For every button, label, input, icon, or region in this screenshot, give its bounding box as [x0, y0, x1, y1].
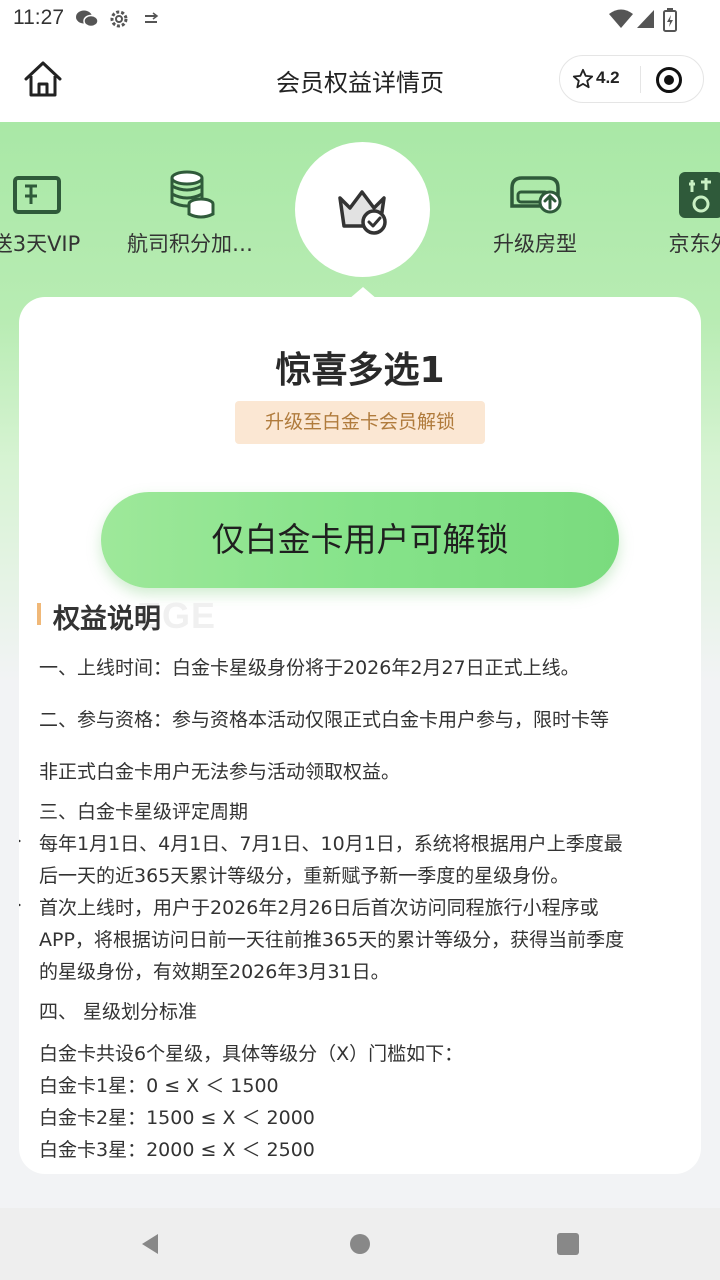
rule-line: 三、白金卡星级评定周期	[39, 801, 249, 823]
signal-icon	[637, 10, 654, 28]
rule-line: 白金卡2星：1500 ≤ X ＜ 2000	[39, 1107, 315, 1129]
rule-line: 一、上线时间：白金卡星级身份将于2026年2月27日正式上线。	[39, 657, 580, 679]
wechat-icon	[76, 10, 99, 28]
benefit-label: 航司积分加…	[127, 232, 253, 256]
rule-line: APP，将根据访问日前一天往前推365天的累计等级分，获得当前季度	[39, 929, 625, 951]
nav-bar: 会员权益详情页 4.2	[0, 38, 720, 122]
target-icon[interactable]	[655, 66, 683, 94]
section-title: 权益说明	[53, 604, 161, 635]
sofa-upgrade-icon	[510, 176, 562, 214]
benefit-label: 送3天VIP	[0, 232, 81, 256]
benefit-item-room-upgrade[interactable]: 升级房型	[455, 166, 615, 258]
capsule-divider	[640, 66, 641, 93]
rule-line: 后一天的近365天累计等级分，重新赋予新一季度的星级身份。	[39, 865, 570, 887]
benefit-label: 升级房型	[493, 232, 577, 256]
waimai-icon	[679, 172, 720, 218]
rule-line: 白金卡3星：2000 ≤ X ＜ 2500	[39, 1139, 315, 1161]
rating-value[interactable]: 4.2	[596, 68, 620, 88]
rule-line: 白金卡共设6个星级，具体等级分（X）门槛如下：	[39, 1043, 464, 1065]
back-icon[interactable]	[138, 1232, 162, 1256]
rule-line: 白金卡1星：0 ≤ X ＜ 1500	[39, 1075, 279, 1097]
benefit-item-airline-points[interactable]: 航司积分加…	[110, 166, 270, 258]
benefit-item-vip[interactable]: 送3天VIP	[0, 166, 116, 258]
star-icon[interactable]	[572, 68, 594, 90]
benefit-title: 惊喜多选1	[275, 350, 445, 391]
system-nav-bar	[0, 1208, 720, 1280]
bullet-icon	[19, 903, 21, 907]
data-icon	[145, 12, 159, 23]
status-bar: 11:27	[0, 0, 720, 38]
bullet-icon	[19, 839, 21, 843]
rule-line: 四、 星级划分标准	[39, 1001, 198, 1023]
wifi-icon	[609, 9, 633, 28]
battery-icon	[663, 8, 677, 32]
coins-icon	[170, 170, 215, 219]
settings-icon	[110, 10, 128, 28]
status-time: 11:27	[13, 6, 64, 29]
unlock-requirement-badge: 升级至白金卡会员解锁	[235, 401, 485, 444]
mini-program-capsule: 4.2	[559, 55, 704, 103]
home-circle-icon[interactable]	[350, 1234, 370, 1254]
benefit-detail-card: 惊喜多选1 升级至白金卡会员解锁 仅白金卡用户可解锁 EGE 权益说明 一、上线…	[19, 297, 701, 1174]
section-accent-bar	[37, 603, 41, 625]
rule-line: 首次上线时，用户于2026年2月26日后首次访问同程旅行小程序或	[39, 897, 599, 919]
crown-check-icon	[338, 190, 387, 235]
rule-line: 的星级身份，有效期至2026年3月31日。	[39, 961, 390, 983]
section-header: EGE 权益说明	[37, 595, 437, 637]
unlock-button[interactable]: 仅白金卡用户可解锁	[101, 492, 619, 588]
recents-icon[interactable]	[557, 1233, 579, 1255]
rule-line: 非正式白金卡用户无法参与活动领取权益。	[39, 761, 401, 783]
benefit-item-jd-waimai[interactable]: 京东外	[620, 166, 720, 258]
benefit-item-selected[interactable]	[295, 142, 430, 277]
rule-line: 二、参与资格：参与资格本活动仅限正式白金卡用户参与，限时卡等	[39, 709, 610, 731]
rule-line: 每年1月1日、4月1日、7月1日、10月1日，系统将根据用户上季度最	[39, 833, 623, 855]
ticket-icon	[13, 176, 61, 214]
benefit-label: 京东外	[668, 232, 720, 256]
